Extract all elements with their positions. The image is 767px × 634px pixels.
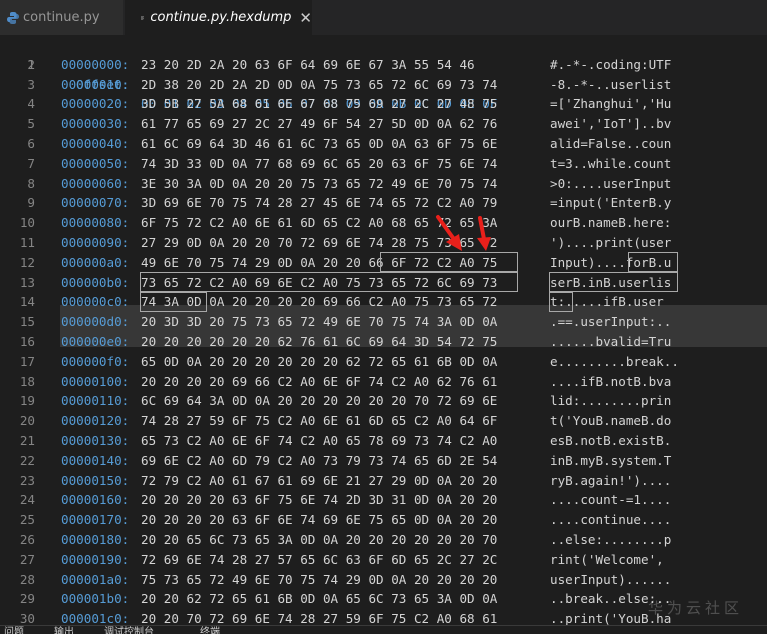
panel-tab-problems[interactable]: 问题: [4, 626, 24, 634]
hex-editor[interactable]: 1 Offset: 00 01 02 03 04 05 06 07 08 09 …: [0, 35, 767, 625]
tab-bar: continue.py continue.py.hexdump ✕: [0, 0, 767, 35]
bottom-panel-tabs: 问题 输出 调试控制台 终端: [0, 625, 767, 634]
close-icon[interactable]: ✕: [299, 9, 312, 27]
panel-tab-debug-console[interactable]: 调试控制台: [104, 626, 154, 634]
tab-label: continue.py: [23, 10, 100, 25]
panel-tab-output[interactable]: 输出: [54, 626, 74, 634]
lines-icon: [141, 16, 145, 20]
annotation-arrows: [436, 215, 491, 251]
tab-continue-py-hexdump[interactable]: continue.py.hexdump ✕: [125, 0, 312, 35]
python-icon: [7, 11, 19, 24]
tab-label: continue.py.hexdump: [150, 10, 292, 25]
watermark: 华为云社区: [648, 599, 744, 617]
arrow-icon: [477, 216, 491, 251]
panel-tab-terminal[interactable]: 终端: [200, 626, 220, 634]
tab-continue-py[interactable]: continue.py: [0, 0, 124, 35]
arrow-icon: [436, 215, 462, 251]
